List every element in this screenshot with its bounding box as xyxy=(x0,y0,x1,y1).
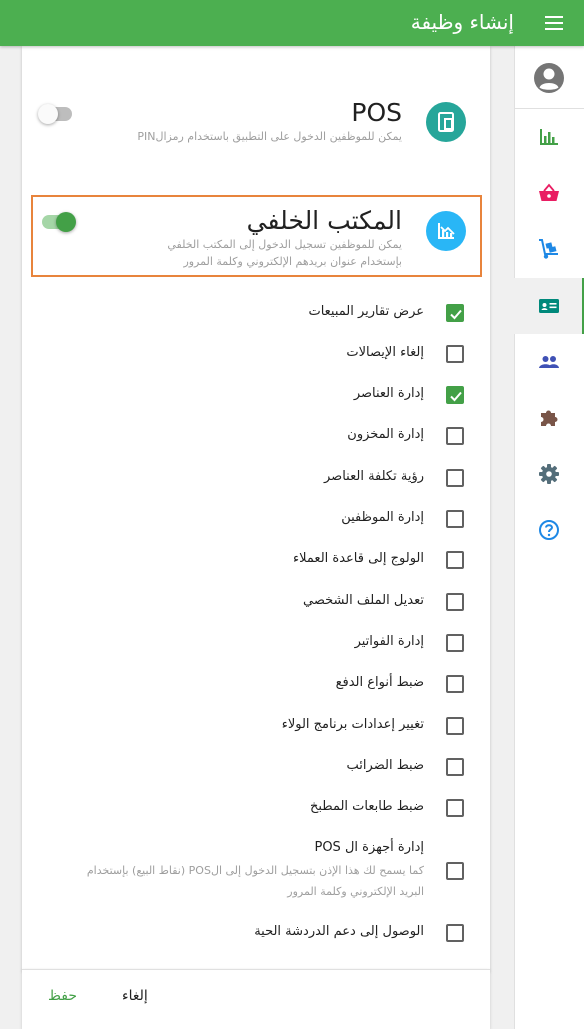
permission-checkbox[interactable] xyxy=(446,469,464,487)
backoffice-title: المكتب الخلفي xyxy=(246,206,402,235)
bar-chart-icon xyxy=(540,129,558,145)
permission-checkbox[interactable] xyxy=(446,799,464,817)
permission-checkbox[interactable] xyxy=(446,386,464,404)
permission-row: عرض تقارير المبيعات xyxy=(22,292,490,333)
permission-label: إدارة المخزون xyxy=(347,427,424,442)
permission-row: ضبط أنواع الدفع xyxy=(22,663,490,704)
backoffice-description-line2: بإستخدام عنوان بريدهم الإلكتروني وكلمة ا… xyxy=(183,255,402,268)
menu-icon[interactable] xyxy=(544,13,564,33)
permission-row: إدارة الموظفين xyxy=(22,498,490,539)
backoffice-description-line1: يمكن للموظفين تسجيل الدخول إلى المكتب ال… xyxy=(167,238,402,251)
permission-checkbox[interactable] xyxy=(446,304,464,322)
backoffice-toggle[interactable] xyxy=(40,212,76,232)
app-bar: إنشاء وظيفة xyxy=(0,0,584,46)
permission-row: ضبط الضرائب xyxy=(22,746,490,787)
nav-item-inventory[interactable] xyxy=(514,221,584,277)
permission-row: إدارة الفواتير xyxy=(22,622,490,663)
gear-icon xyxy=(539,464,559,484)
permission-label: عرض تقارير المبيعات xyxy=(308,304,424,319)
permission-sublabel: البريد الإلكتروني وكلمة المرور xyxy=(287,885,424,898)
nav-item-integrations[interactable] xyxy=(514,390,584,446)
people-icon xyxy=(539,356,559,368)
permission-label: إدارة العناصر xyxy=(353,386,424,401)
backoffice-section: المكتب الخلفي يمكن للموظفين تسجيل الدخول… xyxy=(22,206,490,270)
permission-checkbox[interactable] xyxy=(446,551,464,569)
permission-checkbox[interactable] xyxy=(446,675,464,693)
permission-row: إدارة أجهزة ال POS كما يسمح لك هذا الإذن… xyxy=(22,834,490,904)
pos-description: يمكن للموظفين الدخول على التطبيق باستخدا… xyxy=(137,130,402,143)
pos-section: POS يمكن للموظفين الدخول على التطبيق باس… xyxy=(22,98,490,158)
permission-row: تغيير إعدادات برنامج الولاء xyxy=(22,705,490,746)
pos-toggle[interactable] xyxy=(38,104,74,124)
permission-checkbox[interactable] xyxy=(446,345,464,363)
pos-title: POS xyxy=(351,98,402,127)
permission-label: إلغاء الإيصالات xyxy=(346,345,424,360)
nav-item-help[interactable] xyxy=(514,502,584,558)
permission-checkbox[interactable] xyxy=(446,758,464,776)
nav-item-reports[interactable] xyxy=(514,109,584,165)
permission-label: الوصول إلى دعم الدردشة الحية xyxy=(254,924,424,939)
permission-checkbox[interactable] xyxy=(446,593,464,611)
nav-item-customers[interactable] xyxy=(514,334,584,390)
help-icon xyxy=(539,520,559,540)
permission-label: ضبط طابعات المطبخ xyxy=(309,799,424,814)
save-button[interactable]: حفظ xyxy=(48,988,77,1004)
permission-checkbox[interactable] xyxy=(446,634,464,652)
permission-label: ضبط الضرائب xyxy=(346,758,424,773)
basket-icon xyxy=(539,183,559,201)
permission-checkbox[interactable] xyxy=(446,427,464,445)
permission-row: رؤية تكلفة العناصر xyxy=(22,457,490,498)
permission-row: إدارة العناصر xyxy=(22,374,490,415)
permission-label: ضبط أنواع الدفع xyxy=(335,675,424,690)
permission-row: إدارة المخزون xyxy=(22,415,490,456)
dolly-icon xyxy=(539,239,558,259)
permission-label: تغيير إعدادات برنامج الولاء xyxy=(281,717,424,732)
permission-label: إدارة الفواتير xyxy=(354,634,424,649)
permission-checkbox[interactable] xyxy=(446,924,464,942)
backoffice-chart-icon xyxy=(426,211,466,251)
badge-icon xyxy=(539,299,559,313)
permission-sublabel: كما يسمح لك هذا الإذن بتسجيل الدخول إلى … xyxy=(86,864,424,877)
page-title: إنشاء وظيفة xyxy=(410,10,514,34)
nav-item-employees[interactable] xyxy=(514,278,584,334)
permission-label: الولوج إلى قاعدة العملاء xyxy=(293,551,424,566)
cancel-button[interactable]: إلغاء xyxy=(122,988,148,1004)
permission-label: إدارة أجهزة ال POS xyxy=(314,840,424,855)
permission-checkbox[interactable] xyxy=(446,862,464,880)
permission-label: تعديل الملف الشخصي xyxy=(303,593,424,608)
permission-checkbox[interactable] xyxy=(446,510,464,528)
permission-label: رؤية تكلفة العناصر xyxy=(324,469,424,484)
puzzle-icon xyxy=(541,410,558,426)
permission-checkbox[interactable] xyxy=(446,717,464,735)
permission-row: ضبط طابعات المطبخ xyxy=(22,787,490,828)
form-footer: إلغاء حفظ xyxy=(22,969,490,1029)
avatar-icon[interactable] xyxy=(533,62,565,94)
nav-item-settings[interactable] xyxy=(514,446,584,502)
side-nav xyxy=(514,46,584,1029)
permission-row: إلغاء الإيصالات xyxy=(22,333,490,374)
permission-row: الولوج إلى قاعدة العملاء xyxy=(22,539,490,580)
nav-item-sales[interactable] xyxy=(514,165,584,221)
permission-row: تعديل الملف الشخصي xyxy=(22,581,490,622)
pos-device-icon xyxy=(426,102,466,142)
permission-row: الوصول إلى دعم الدردشة الحية xyxy=(22,912,490,953)
permission-label: إدارة الموظفين xyxy=(341,510,424,525)
